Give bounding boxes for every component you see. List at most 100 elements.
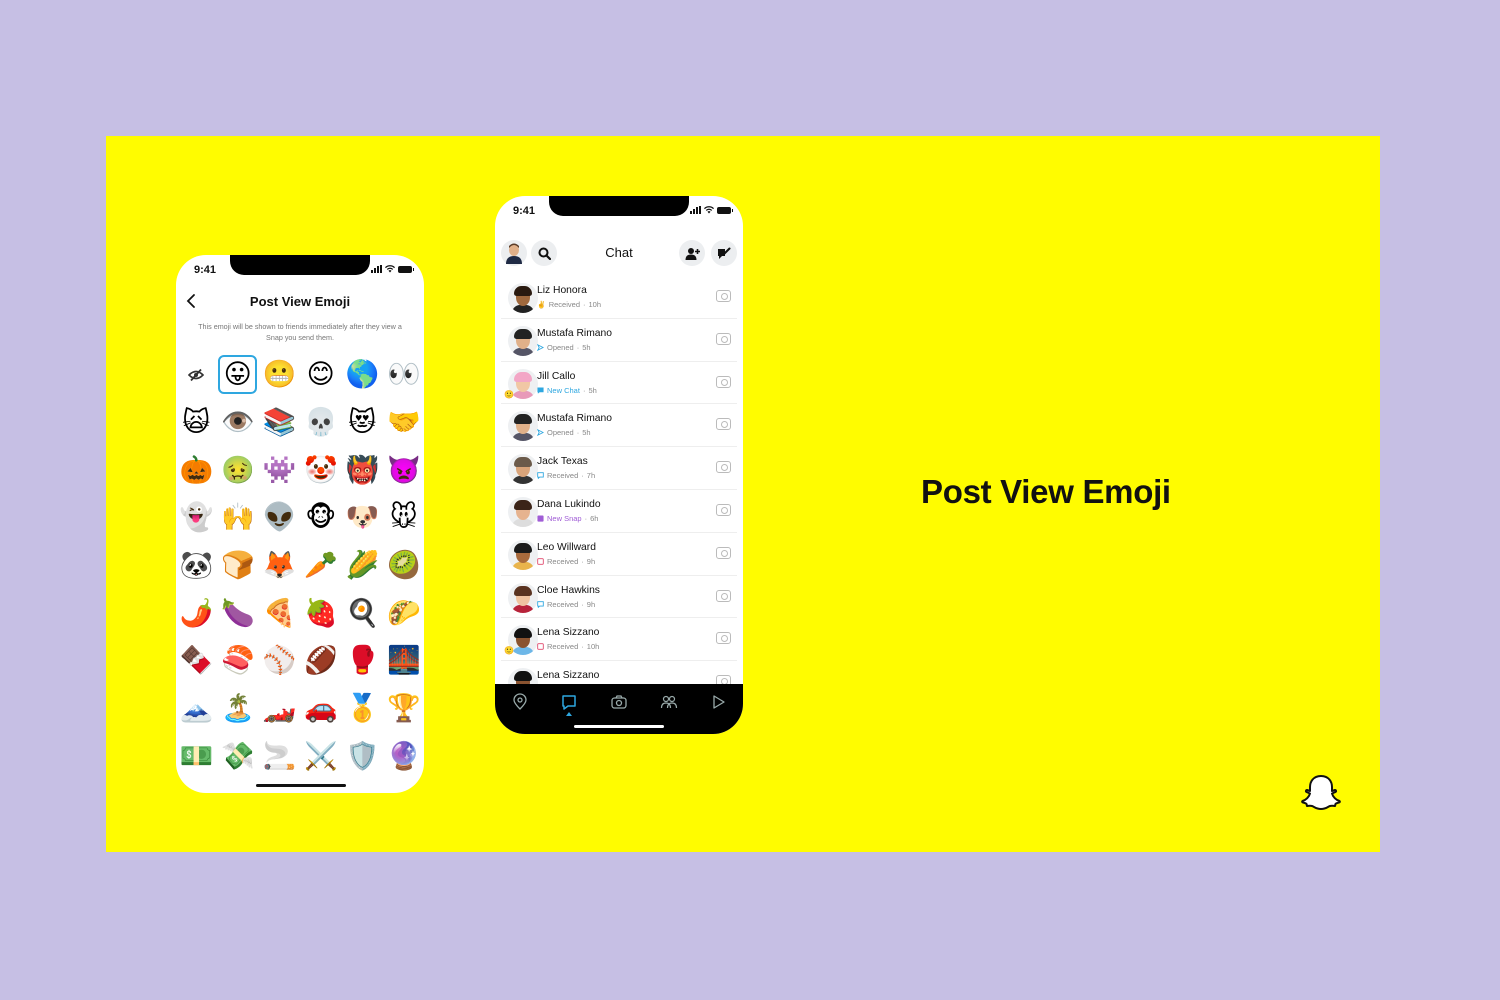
avatar[interactable] [508,283,538,313]
emoji-option[interactable]: 👀 [383,351,424,399]
avatar[interactable] [508,454,538,485]
emoji-glyph: 💸 [220,740,255,772]
status-label: Received [548,300,580,309]
emoji-option[interactable]: 🐵 [300,494,342,542]
avatar-hair [514,328,532,339]
avatar[interactable] [508,411,538,442]
emoji-option[interactable]: 🌮 [383,589,424,637]
emoji-option[interactable]: 🚬 [259,733,301,781]
emoji-option[interactable]: 🐼 [176,542,217,590]
avatar[interactable] [508,496,538,527]
emoji-option[interactable]: 🌎 [342,351,384,399]
emoji-option[interactable]: 💸 [217,733,259,781]
camera-reply-icon[interactable] [716,375,731,388]
new-chat-button[interactable] [711,240,737,266]
camera-icon[interactable] [610,693,628,711]
camera-reply-icon[interactable] [716,632,731,645]
emoji-option[interactable]: 👻 [176,494,217,542]
emoji-option[interactable]: 🍫 [176,637,217,685]
emoji-option[interactable]: 🤡 [300,446,342,494]
chat-row[interactable]: Mustafa Rimano Opened · 5h [501,319,737,362]
add-friend-button[interactable] [679,240,705,266]
emoji-option[interactable]: 🏝️ [217,685,259,733]
emoji-option[interactable]: 🍞 [217,542,259,590]
camera-reply-icon[interactable] [716,332,731,345]
received-chat-icon [537,472,544,480]
emoji-option[interactable]: 🏈 [300,637,342,685]
emoji-option[interactable]: 🌶️ [176,589,217,637]
emoji-glyph: 🌽 [345,550,380,582]
emoji-option[interactable]: 🥕 [300,542,342,590]
emoji-option[interactable]: 🛡️ [342,733,384,781]
emoji-option[interactable]: 👹 [342,446,384,494]
discover-icon[interactable] [709,693,727,711]
emoji-option[interactable]: 🏆 [383,685,424,733]
emoji-option[interactable]: 🐭 [383,494,424,542]
avatar[interactable] [508,582,538,613]
emoji-glyph: 🙀 [182,407,211,439]
emoji-option[interactable]: 🤝 [383,399,424,447]
emoji-option[interactable]: ⚔️ [300,733,342,781]
emoji-option[interactable]: 👾 [259,446,301,494]
emoji-option[interactable]: 👽 [259,494,301,542]
emoji-option[interactable]: 💀 [300,399,342,447]
emoji-option[interactable]: 🍣 [217,637,259,685]
chat-row[interactable]: Cloe Hawkins Received · 9h [501,576,737,619]
hide-emoji-option[interactable] [176,351,217,399]
chat-row[interactable]: Jack Texas Received · 7h [501,447,737,490]
emoji-option[interactable]: 🐶 [342,494,384,542]
snapchat-ghost-logo[interactable] [1300,772,1342,814]
emoji-option[interactable]: ⚾ [259,637,301,685]
emoji-option[interactable]: 🙀 [176,399,217,447]
avatar[interactable] [508,325,538,356]
emoji-option[interactable]: 🏎️ [259,685,301,733]
emoji-option[interactable]: 😊 [300,351,342,399]
camera-reply-icon[interactable] [716,546,731,559]
chat-row[interactable]: 🙂 Lena Sizzano Received · 10h [501,618,737,662]
chat-icon[interactable] [560,693,578,711]
avatar-hair [514,499,532,510]
emoji-option[interactable]: 🎃 [176,446,217,494]
friend-emoji-badge: 🙂 [504,646,514,656]
emoji-option[interactable]: 📚 [259,399,301,447]
emoji-option[interactable]: 😻 [342,399,384,447]
emoji-option[interactable]: 🦊 [259,542,301,590]
emoji-option[interactable]: 🍕 [259,589,301,637]
emoji-option[interactable]: 🍳 [342,589,384,637]
emoji-option[interactable]: 🍆 [217,589,259,637]
chat-row[interactable]: Dana Lukindo New Snap · 6h [501,490,737,533]
camera-reply-icon[interactable] [716,418,731,431]
emoji-option[interactable]: 🚗 [300,685,342,733]
emoji-option[interactable]: 🔮 [383,733,424,781]
emoji-option[interactable]: 🍓 [300,589,342,637]
emoji-option[interactable]: 🗻 [176,685,217,733]
emoji-option[interactable]: 🌽 [342,542,384,590]
chat-row[interactable]: Liz Honora ✌️ Received · 10h [501,276,737,319]
phone-chat: 9:41 Chat Liz Honora ✌️ Received · 10h Mustaf… [495,196,743,734]
emoji-option[interactable]: 💵 [176,733,217,781]
chat-row[interactable]: 🙂 Jill Callo New Chat · 5h [501,362,737,405]
camera-reply-icon[interactable] [716,503,731,516]
camera-reply-icon[interactable] [716,461,731,474]
friends-icon[interactable] [660,693,678,711]
emoji-glyph: 💀 [303,407,338,439]
emoji-option[interactable]: 🥊 [342,637,384,685]
chat-status: Received · 9h [537,557,595,566]
emoji-option[interactable]: 🥇 [342,685,384,733]
camera-reply-icon[interactable] [716,290,731,302]
emoji-option[interactable]: 🌉 [383,637,424,685]
camera-reply-icon[interactable] [716,589,731,602]
emoji-option[interactable]: 😬 [259,351,301,399]
avatar-hair [514,414,532,425]
emoji-option[interactable]: 🤢 [217,446,259,494]
emoji-option[interactable]: 👿 [383,446,424,494]
emoji-option[interactable]: 🥝 [383,542,424,590]
avatar[interactable] [508,539,538,570]
emoji-option[interactable]: 😛 [217,351,259,399]
chat-row[interactable]: Leo Willward Received · 9h [501,533,737,576]
emoji-option[interactable]: 🙌 [217,494,259,542]
emoji-option[interactable]: 👁️ [217,399,259,447]
emoji-glyph: 🎃 [179,454,214,486]
chat-row[interactable]: Mustafa Rimano Opened · 5h [501,404,737,448]
map-icon[interactable] [511,693,529,711]
